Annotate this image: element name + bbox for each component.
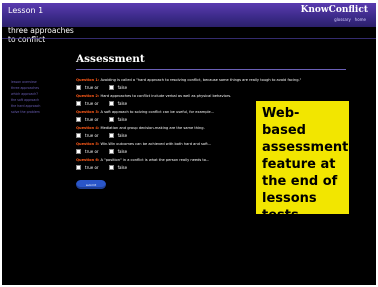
side-nav: lesson overview three approaches which a…	[11, 79, 40, 115]
true-label: true or	[85, 165, 99, 170]
question-1: Question 1: Avoiding is called a "hard a…	[76, 78, 366, 90]
true-checkbox[interactable]	[76, 117, 81, 122]
feature-callout: Web-based assessment feature at the end …	[256, 101, 349, 240]
header-divider	[2, 38, 376, 39]
question-number: Question 6:	[76, 158, 100, 162]
true-label: true or	[85, 133, 99, 138]
true-label: true or	[85, 149, 99, 154]
true-checkbox[interactable]	[76, 133, 81, 138]
lesson-window: Lesson 1 KnowConflict glossary home thre…	[2, 3, 376, 285]
true-checkbox[interactable]	[76, 101, 81, 106]
question-text: Mediation and group decision-making are …	[100, 126, 205, 130]
false-checkbox[interactable]	[108, 101, 114, 106]
question-text: A soft approach to solving conflict can …	[100, 110, 215, 114]
question-text: Avoiding is called a "hard approach to r…	[100, 78, 302, 82]
false-label: false	[117, 117, 128, 122]
question-text: Win-Win outcomes can be achieved with bo…	[100, 142, 212, 146]
question-number: Question 2:	[76, 94, 100, 98]
title-underline	[76, 69, 346, 70]
submit-button[interactable]: submit	[76, 180, 106, 189]
assessment-title: Assessment	[76, 53, 145, 65]
question-number: Question 1:	[76, 78, 100, 82]
lesson-label: Lesson 1	[8, 6, 44, 15]
false-checkbox[interactable]	[108, 133, 114, 138]
question-text: A "position" in a conflict is what the p…	[100, 158, 210, 162]
false-checkbox[interactable]	[108, 85, 114, 90]
false-checkbox[interactable]	[108, 117, 114, 122]
true-checkbox[interactable]	[76, 85, 81, 90]
false-label: false	[117, 101, 128, 106]
false-label: false	[117, 85, 128, 90]
false-label: false	[117, 149, 128, 154]
answer-options: true or false	[76, 85, 366, 90]
true-label: true or	[85, 85, 99, 90]
question-number: Question 5:	[76, 142, 100, 146]
top-links: glossary home	[334, 17, 366, 22]
home-link[interactable]: home	[355, 17, 366, 22]
false-checkbox[interactable]	[108, 165, 114, 170]
glossary-link[interactable]: glossary	[334, 17, 351, 22]
knowconflict-logo: KnowConflict	[300, 5, 368, 15]
lesson-subtitle: three approaches to conflict	[8, 26, 74, 44]
sidenav-item-solve-problem[interactable]: solve the problem	[11, 109, 40, 115]
false-label: false	[117, 165, 128, 170]
question-number: Question 3:	[76, 110, 100, 114]
true-checkbox[interactable]	[76, 149, 81, 154]
false-label: false	[117, 133, 128, 138]
question-number: Question 4:	[76, 126, 100, 130]
false-checkbox[interactable]	[108, 149, 114, 154]
true-checkbox[interactable]	[76, 165, 81, 170]
true-label: true or	[85, 117, 99, 122]
question-text: Hard approaches to conflict include verb…	[100, 94, 232, 98]
header-bar: Lesson 1 KnowConflict glossary home	[2, 3, 376, 27]
true-label: true or	[85, 101, 99, 106]
